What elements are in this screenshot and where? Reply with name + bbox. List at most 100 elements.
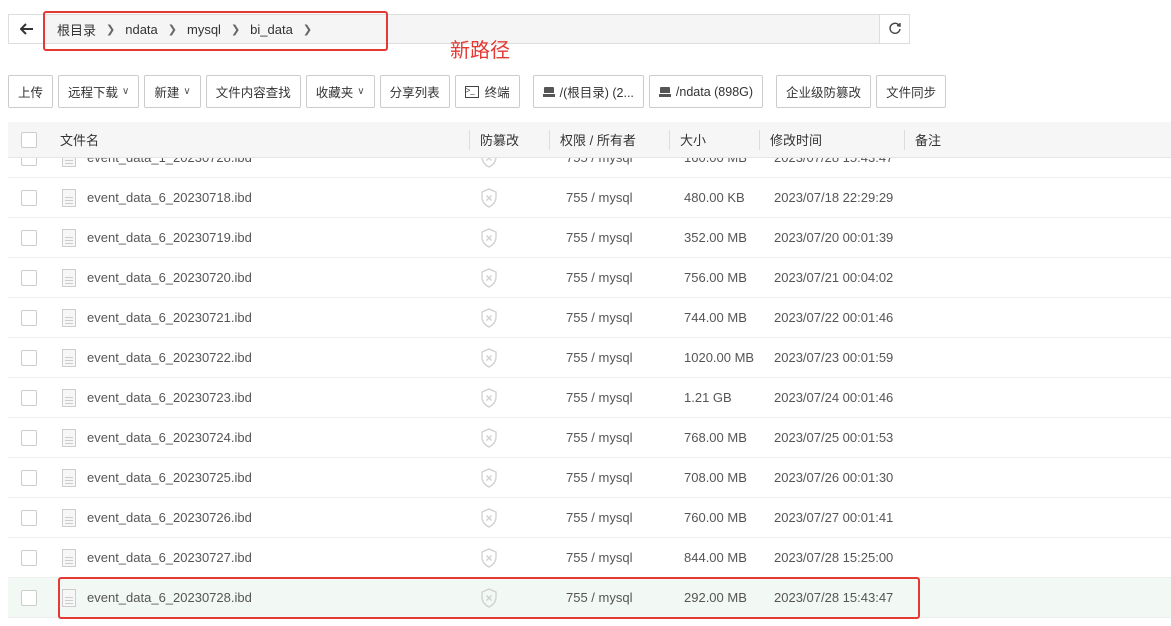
tamper-cell (470, 187, 558, 208)
row-checkbox[interactable] (21, 469, 37, 486)
shield-off-icon[interactable] (480, 307, 498, 328)
remote-download-label: 远程下载 (68, 86, 119, 100)
row-checkbox[interactable] (21, 309, 37, 326)
mtime-cell: 2023/07/21 00:04:02 (774, 270, 894, 285)
table-row[interactable]: event_data_6_20230719.ibd 755 / mysql 352.… (8, 218, 1171, 258)
size-cell: 744.00 MB (684, 310, 747, 325)
back-button[interactable] (9, 15, 45, 43)
file-name[interactable]: event_data_1_20230728.ibd (87, 158, 252, 165)
table-header: 文件名 防篡改 权限 / 所有者 大小 修改时间 备注 (8, 122, 1171, 158)
file-icon (62, 428, 76, 447)
shield-off-icon[interactable] (480, 227, 498, 248)
table-row[interactable]: event_data_6_20230726.ibd 755 / mysql 760.… (8, 498, 1171, 538)
file-name[interactable]: event_data_6_20230720.ibd (87, 270, 252, 285)
file-name[interactable]: event_data_6_20230725.ibd (87, 470, 252, 485)
header-size[interactable]: 大小 (670, 122, 760, 158)
permission-cell[interactable]: 755 / mysql (558, 230, 676, 245)
highlight-box-row (58, 577, 920, 619)
row-checkbox[interactable] (21, 389, 37, 406)
file-sync-button[interactable]: 文件同步 (876, 75, 947, 108)
header-name[interactable]: 文件名 (50, 122, 470, 158)
row-checkbox[interactable] (21, 269, 37, 286)
file-name-cell: event_data_6_20230727.ibd (50, 548, 470, 567)
file-name[interactable]: event_data_6_20230719.ibd (87, 230, 252, 245)
permission-cell[interactable]: 755 / mysql (558, 158, 676, 165)
header-mtime[interactable]: 修改时间 (760, 122, 905, 158)
disk-root-button[interactable]: /(根目录) (2... (532, 75, 644, 108)
size-cell: 844.00 MB (684, 550, 747, 565)
file-icon (62, 508, 76, 527)
file-list: event_data_1_20230728.ibd755 / mysql160.… (8, 158, 1171, 626)
table-row[interactable]: event_data_6_20230724.ibd 755 / mysql 768.… (8, 418, 1171, 458)
row-checkbox[interactable] (21, 429, 37, 446)
shield-off-icon[interactable] (480, 467, 498, 488)
table-row[interactable]: event_data_6_20230722.ibd 755 / mysql 1020… (8, 338, 1171, 378)
tamper-cell (470, 467, 558, 488)
row-checkbox-cell (8, 309, 50, 326)
permission-cell[interactable]: 755 / mysql (558, 350, 676, 365)
file-name[interactable]: event_data_6_20230723.ibd (87, 390, 252, 405)
tamper-cell (470, 158, 558, 168)
row-checkbox[interactable] (21, 349, 37, 366)
refresh-button[interactable] (879, 15, 909, 43)
permission-cell[interactable]: 755 / mysql (558, 310, 676, 325)
disk-ndata-button[interactable]: /ndata (898G) (648, 75, 764, 108)
file-icon (62, 548, 76, 567)
table-row[interactable]: event_data_6_20230723.ibd 755 / mysql 1.21… (8, 378, 1171, 418)
size-cell: 760.00 MB (684, 510, 747, 525)
header-perm[interactable]: 权限 / 所有者 (550, 122, 670, 158)
permission-cell[interactable]: 755 / mysql (558, 470, 676, 485)
shield-off-icon[interactable] (480, 547, 498, 568)
size-cell: 756.00 MB (684, 270, 747, 285)
shield-off-icon[interactable] (480, 387, 498, 408)
upload-button[interactable]: 上传 (8, 75, 54, 108)
file-name[interactable]: event_data_6_20230724.ibd (87, 430, 252, 445)
permission-cell[interactable]: 755 / mysql (558, 390, 676, 405)
file-name[interactable]: event_data_6_20230726.ibd (87, 510, 252, 525)
file-name[interactable]: event_data_6_20230727.ibd (87, 550, 252, 565)
file-name-cell: event_data_6_20230723.ibd (50, 388, 470, 407)
upload-label: 上传 (18, 86, 44, 100)
shield-off-icon[interactable] (480, 507, 498, 528)
table-row[interactable]: event_data_6_20230727.ibd 755 / mysql 844.… (8, 538, 1171, 578)
content-search-button[interactable]: 文件内容查找 (205, 75, 301, 108)
shield-off-icon[interactable] (480, 187, 498, 208)
permission-cell[interactable]: 755 / mysql (558, 550, 676, 565)
file-name[interactable]: event_data_6_20230721.ibd (87, 310, 252, 325)
share-list-button[interactable]: 分享列表 (379, 75, 450, 108)
permission-cell[interactable]: 755 / mysql (558, 190, 676, 205)
mtime-cell: 2023/07/27 00:01:41 (774, 510, 894, 525)
table-row[interactable]: event_data_6_20230718.ibd 755 / mysql 480.… (8, 178, 1171, 218)
permission-cell[interactable]: 755 / mysql (558, 270, 676, 285)
arrow-left-icon (19, 23, 33, 35)
shield-off-icon[interactable] (480, 158, 498, 168)
chevron-down-icon: ∨ (183, 86, 191, 97)
row-checkbox[interactable] (21, 158, 37, 166)
file-name[interactable]: event_data_6_20230722.ibd (87, 350, 252, 365)
table-row[interactable]: event_data_6_20230721.ibd 755 / mysql 744.… (8, 298, 1171, 338)
shield-off-icon[interactable] (480, 267, 498, 288)
shield-off-icon[interactable] (480, 347, 498, 368)
shield-off-icon[interactable] (480, 427, 498, 448)
row-checkbox[interactable] (21, 509, 37, 526)
enterprise-tamper-button[interactable]: 企业级防篡改 (776, 75, 872, 108)
row-checkbox[interactable] (21, 589, 37, 606)
permission-cell[interactable]: 755 / mysql (558, 430, 676, 445)
remote-download-button[interactable]: 远程下载 ∨ (58, 75, 140, 108)
row-checkbox[interactable] (21, 229, 37, 246)
row-checkbox[interactable] (21, 549, 37, 566)
file-name[interactable]: event_data_6_20230718.ibd (87, 190, 252, 205)
new-button[interactable]: 新建 ∨ (144, 75, 201, 108)
terminal-button[interactable]: >_ 终端 (454, 75, 520, 108)
chevron-down-icon: ∨ (122, 86, 130, 97)
table-row[interactable]: event_data_1_20230728.ibd 755 / mysql160.… (8, 158, 1171, 178)
size-cell: 352.00 MB (684, 230, 747, 245)
permission-cell[interactable]: 755 / mysql (558, 510, 676, 525)
table-row[interactable]: event_data_6_20230725.ibd 755 / mysql 708.… (8, 458, 1171, 498)
mtime-cell: 2023/07/18 22:29:29 (774, 190, 894, 205)
table-row[interactable]: event_data_6_20230720.ibd 755 / mysql 756.… (8, 258, 1171, 298)
select-all-checkbox[interactable] (21, 131, 37, 148)
row-checkbox-cell (8, 469, 50, 486)
row-checkbox[interactable] (21, 189, 37, 206)
favorites-button[interactable]: 收藏夹 ∨ (305, 75, 375, 108)
